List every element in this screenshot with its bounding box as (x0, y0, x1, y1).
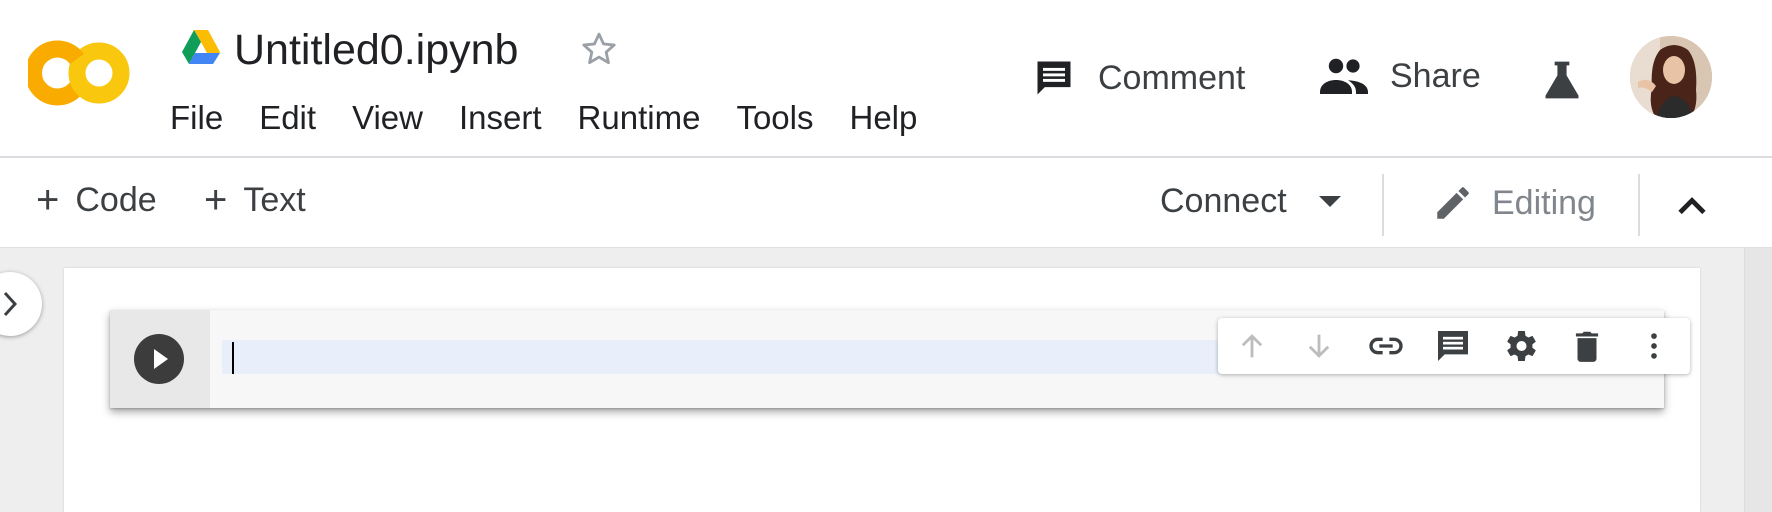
people-icon (1320, 58, 1368, 94)
editing-mode-button[interactable]: Editing (1432, 182, 1596, 224)
notebook-title[interactable]: Untitled0.ipynb (234, 24, 518, 76)
plus-icon: + (36, 178, 60, 222)
chevron-right-icon (3, 291, 18, 317)
menu-view[interactable]: View (334, 99, 441, 137)
more-options-button[interactable] (1620, 318, 1687, 374)
menu-file[interactable]: File (152, 99, 241, 137)
scrollbar[interactable] (1744, 248, 1772, 512)
cell-settings-button[interactable] (1486, 318, 1553, 374)
comment-icon (1437, 331, 1468, 361)
delete-cell-button[interactable] (1553, 318, 1620, 374)
flask-icon[interactable] (1540, 58, 1584, 102)
add-code-button[interactable]: + Code (36, 180, 157, 220)
google-drive-icon[interactable] (182, 30, 220, 64)
play-icon (154, 349, 168, 369)
avatar-photo (1630, 36, 1712, 118)
share-button[interactable]: Share (1320, 56, 1481, 96)
caret-down-icon[interactable] (1318, 196, 1341, 207)
cell-gutter (110, 310, 210, 408)
run-cell-button[interactable] (134, 334, 184, 384)
move-cell-up-button[interactable] (1218, 318, 1285, 374)
connect-label: Connect (1160, 182, 1287, 220)
colab-logo[interactable] (28, 40, 132, 106)
arrow-down-icon (1308, 334, 1329, 358)
notebook-page (64, 268, 1700, 512)
cell-toolbar (1218, 318, 1690, 374)
add-text-label: Text (243, 180, 306, 219)
app-header: Untitled0.ipynb File Edit View Insert Ru… (0, 0, 1772, 158)
share-label: Share (1390, 56, 1481, 95)
more-vert-icon (1650, 333, 1657, 359)
sidebar-toggle-button[interactable] (0, 272, 42, 336)
toolbar-divider (1382, 174, 1384, 236)
toolbar-divider (1638, 174, 1640, 236)
avatar[interactable] (1630, 36, 1712, 118)
menu-runtime[interactable]: Runtime (560, 99, 719, 137)
code-cell[interactable] (110, 310, 1690, 408)
add-comment-button[interactable] (1419, 318, 1486, 374)
menu-edit[interactable]: Edit (241, 99, 334, 137)
comment-icon (1037, 61, 1071, 95)
gear-icon (1506, 331, 1536, 361)
notebook-area (0, 248, 1772, 512)
star-outline-icon[interactable] (578, 28, 620, 70)
connect-button[interactable]: Connect (1160, 182, 1341, 221)
menu-bar: File Edit View Insert Runtime Tools Help (152, 96, 935, 140)
menu-help[interactable]: Help (831, 99, 935, 137)
arrow-up-icon (1241, 334, 1262, 358)
editing-label: Editing (1492, 183, 1596, 222)
chevron-up-icon[interactable] (1670, 184, 1714, 228)
move-cell-down-button[interactable] (1285, 318, 1352, 374)
comment-button[interactable]: Comment (1032, 56, 1245, 100)
pencil-icon (1437, 187, 1469, 219)
link-to-cell-button[interactable] (1352, 318, 1419, 374)
plus-icon: + (204, 178, 228, 222)
link-icon (1368, 337, 1403, 355)
text-cursor (232, 342, 234, 374)
menu-insert[interactable]: Insert (441, 99, 560, 137)
menu-tools[interactable]: Tools (718, 99, 831, 137)
comment-label: Comment (1098, 58, 1246, 97)
trash-icon (1575, 331, 1598, 362)
notebook-toolbar: + Code + Text Connect Editing (0, 160, 1772, 248)
add-text-button[interactable]: + Text (204, 180, 306, 220)
add-code-label: Code (75, 180, 157, 219)
